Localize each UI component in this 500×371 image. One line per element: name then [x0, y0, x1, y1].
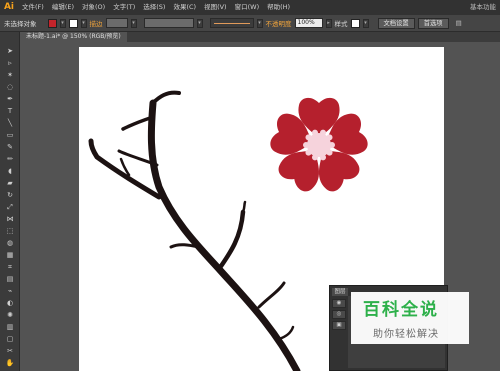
graph-tool-icon[interactable]: ▥: [4, 322, 16, 332]
document-tab[interactable]: 未标题-1.ai* @ 150% (RGB/预览): [20, 32, 127, 42]
branch-right: [216, 209, 246, 272]
layers-tab[interactable]: 图层: [332, 288, 348, 296]
blob-brush-icon[interactable]: ◖: [4, 166, 16, 176]
stamen: [320, 129, 327, 136]
branch-low-right: [257, 281, 286, 309]
paintbrush-icon[interactable]: ✎: [4, 142, 16, 152]
stamen: [311, 129, 318, 136]
stamen: [320, 154, 327, 161]
shape-builder-icon[interactable]: ◍: [4, 238, 16, 248]
eyedropper-icon[interactable]: ⌁: [4, 286, 16, 296]
preferences-button[interactable]: 首选项: [417, 17, 449, 29]
symbol-sprayer-icon[interactable]: ✺: [4, 310, 16, 320]
plum-flower: [270, 97, 368, 192]
menu-edit[interactable]: 编辑(E): [48, 0, 78, 15]
control-bar: 未选择对象 ▾ ▾ 描边 ▾ ▾ ▾ 不透明度 100% ▸ 样式 ▾ 文档设置…: [0, 15, 500, 32]
magic-wand-icon[interactable]: ✶: [4, 70, 16, 80]
opacity-label[interactable]: 不透明度: [266, 18, 292, 28]
watermark-title: 百科全说: [363, 300, 439, 320]
pen-tool-icon[interactable]: ✒: [4, 94, 16, 104]
arrange-icon[interactable]: ▤: [456, 19, 462, 27]
stroke-swatch[interactable]: [68, 18, 78, 28]
brush-definition-field[interactable]: [209, 18, 254, 28]
stamen: [329, 142, 335, 148]
rectangle-tool-icon[interactable]: ▭: [4, 130, 16, 140]
lasso-icon[interactable]: ◌: [4, 82, 16, 92]
style-swatch[interactable]: [350, 18, 360, 28]
type-tool-icon[interactable]: T: [4, 106, 16, 116]
variable-width-dropdown-icon[interactable]: ▾: [196, 18, 203, 28]
layer-toggle-icon[interactable]: ▣: [332, 321, 346, 330]
branch-twig-2: [277, 325, 295, 341]
fill-dropdown-icon[interactable]: ▾: [59, 18, 66, 28]
free-transform-icon[interactable]: ⬚: [4, 226, 16, 236]
mesh-tool-icon[interactable]: ⌗: [4, 262, 16, 272]
tools-panel: ➤ ▹ ✶ ◌ ✒ T ╲ ▭ ✎ ✏ ◖ ▰ ↻ ⤢ ⋈ ⬚ ◍ ▦ ⌗ ▤ …: [0, 32, 20, 371]
stamen: [305, 149, 312, 156]
hand-tool-icon[interactable]: ✋: [4, 358, 16, 368]
slice-tool-icon[interactable]: ✂: [4, 346, 16, 356]
stroke-weight-dropdown-icon[interactable]: ▾: [130, 18, 137, 28]
document-setup-button[interactable]: 文档设置: [377, 17, 415, 29]
layer-visibility-icon[interactable]: ◉: [332, 299, 346, 308]
branch-fork: [169, 243, 201, 249]
scale-tool-icon[interactable]: ⤢: [4, 202, 16, 212]
stroke-dropdown-icon[interactable]: ▾: [80, 18, 87, 28]
watermark-subtitle: 助你轻松解决: [373, 329, 439, 340]
menu-help[interactable]: 帮助(H): [263, 0, 294, 15]
width-tool-icon[interactable]: ⋈: [4, 214, 16, 224]
menu-effect[interactable]: 效果(C): [169, 0, 200, 15]
menu-file[interactable]: 文件(F): [18, 0, 48, 15]
layer-lock-icon[interactable]: ◎: [332, 310, 346, 319]
style-label: 样式: [334, 20, 348, 28]
style-dropdown-icon[interactable]: ▾: [362, 18, 369, 28]
gradient-tool-icon[interactable]: ▤: [4, 274, 16, 284]
branch-upper: [151, 90, 181, 105]
stamen: [303, 142, 309, 148]
workspace-switcher[interactable]: 基本功能: [470, 0, 496, 15]
artboard-tool-icon[interactable]: ▢: [4, 334, 16, 344]
illustrator-window: Ai 文件(F) 编辑(E) 对象(O) 文字(T) 选择(S) 效果(C) 视…: [0, 0, 500, 371]
rotate-tool-icon[interactable]: ↻: [4, 190, 16, 200]
menu-type[interactable]: 文字(T): [109, 0, 139, 15]
menu-select[interactable]: 选择(S): [139, 0, 169, 15]
stamen: [311, 154, 318, 161]
menu-bar: Ai 文件(F) 编辑(E) 对象(O) 文字(T) 选择(S) 效果(C) 视…: [0, 0, 500, 15]
eraser-icon[interactable]: ▰: [4, 178, 16, 188]
stamen: [326, 149, 333, 156]
stroke-label[interactable]: 描边: [90, 18, 103, 28]
selection-status: 未选择对象: [4, 20, 37, 28]
watermark: 百科全说 助你轻松解决: [351, 292, 469, 344]
stroke-weight-field[interactable]: [105, 18, 128, 28]
stamen: [326, 134, 333, 141]
menu-window[interactable]: 窗口(W): [231, 0, 264, 15]
variable-width-field[interactable]: [143, 18, 194, 28]
document-tab-bar: 未标题-1.ai* @ 150% (RGB/预览): [20, 32, 500, 42]
plum-branch: [88, 90, 301, 371]
opacity-dropdown-icon[interactable]: ▸: [325, 18, 332, 28]
branch-right-tip: [241, 200, 247, 214]
fill-swatch[interactable]: [47, 18, 57, 28]
menu-object[interactable]: 对象(O): [78, 0, 109, 15]
opacity-field[interactable]: 100%: [294, 18, 323, 28]
selection-tool-icon[interactable]: ➤: [4, 46, 16, 56]
line-tool-icon[interactable]: ╲: [4, 118, 16, 128]
brush-dropdown-icon[interactable]: ▾: [256, 18, 263, 28]
stamen: [305, 134, 312, 141]
perspective-grid-icon[interactable]: ▦: [4, 250, 16, 260]
blend-tool-icon[interactable]: ◐: [4, 298, 16, 308]
direct-selection-tool-icon[interactable]: ▹: [4, 58, 16, 68]
pencil-icon[interactable]: ✏: [4, 154, 16, 164]
app-logo: Ai: [3, 2, 15, 12]
menu-view[interactable]: 视图(V): [200, 0, 231, 15]
